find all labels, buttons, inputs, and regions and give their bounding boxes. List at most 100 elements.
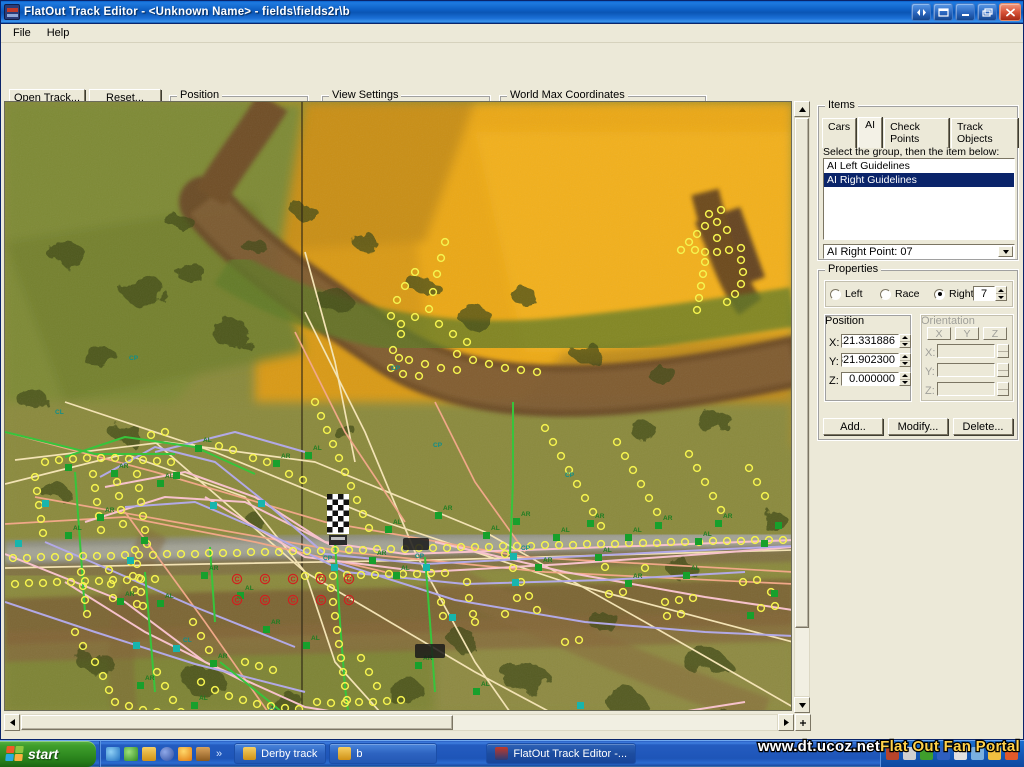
toolbar: Open Track... Reset... Save Make Track P… xyxy=(1,43,1023,140)
modify-button[interactable]: Modify... xyxy=(888,418,948,435)
point-index-spinner[interactable] xyxy=(995,286,1007,301)
svg-text:AR: AR xyxy=(543,557,553,564)
delete-button[interactable]: Delete... xyxy=(953,418,1013,435)
properties-group: Properties Left Race Right 7 Position X:… xyxy=(817,263,1019,441)
map-vertical-scrollbar[interactable] xyxy=(794,101,810,713)
items-helper-text: Select the group, then the item below: xyxy=(823,146,1000,158)
internet-explorer-icon[interactable] xyxy=(106,746,120,761)
close-button[interactable] xyxy=(999,3,1021,21)
orient-y-label: Y: xyxy=(925,366,935,378)
radio-race[interactable]: Race xyxy=(880,288,920,300)
prop-y-spinner[interactable] xyxy=(899,353,911,367)
point-index-field[interactable]: 7 xyxy=(973,286,995,301)
svg-text:C: C xyxy=(263,598,268,605)
task-label: FlatOut Track Editor -... xyxy=(513,747,628,760)
svg-text:AL: AL xyxy=(703,531,712,538)
items-group: Items Cars AI Check Points Track Objects… xyxy=(817,99,1019,261)
quick-launch-bar: » xyxy=(99,740,228,767)
map-horizontal-scrollbar[interactable] xyxy=(4,714,794,731)
window-title: FlatOut Track Editor - <Unknown Name> - … xyxy=(24,6,350,18)
svg-text:AR: AR xyxy=(723,513,733,520)
start-button[interactable]: start xyxy=(0,740,96,767)
prop-x-field[interactable]: -121.331886 xyxy=(841,334,899,348)
scroll-up-button[interactable] xyxy=(794,101,810,117)
menu-bar: File Help xyxy=(1,24,1023,43)
tab-cars[interactable]: Cars xyxy=(822,118,857,148)
list-item[interactable]: AI Right Guidelines xyxy=(824,173,1014,187)
svg-text:CL: CL xyxy=(183,637,192,644)
menu-item-help[interactable]: Help xyxy=(39,25,78,41)
svg-text:CP: CP xyxy=(565,472,575,479)
prop-z-field[interactable]: 0.000000 xyxy=(841,372,899,386)
list-item[interactable]: AI Left Guidelines xyxy=(824,159,1014,173)
item-point-dropdown-arrow[interactable] xyxy=(998,246,1013,257)
svg-text:C: C xyxy=(319,577,324,584)
task-button-derby-track[interactable]: Derby track xyxy=(234,743,327,764)
size-grip[interactable] xyxy=(795,714,811,731)
tab-track-objects[interactable]: Track Objects xyxy=(950,118,1018,148)
mdi-restore-left-right-button[interactable] xyxy=(911,3,931,21)
title-bar[interactable]: FlatOut Track Editor - <Unknown Name> - … xyxy=(1,1,1023,24)
svg-text:C: C xyxy=(291,598,296,605)
radio-left-indicator[interactable] xyxy=(830,288,841,300)
horizontal-scroll-track[interactable] xyxy=(20,714,778,731)
radio-race-label: Race xyxy=(895,288,920,300)
svg-text:AL: AL xyxy=(603,547,612,554)
scroll-right-button[interactable] xyxy=(778,714,794,731)
map-viewport[interactable]: AL AR AL AR AL AL AR AL AR AL AR AL AR AL AR AR AL A… xyxy=(4,101,792,711)
watermark-portal: Flat Out Fan Portal xyxy=(879,737,1021,757)
scroll-left-button[interactable] xyxy=(4,714,20,731)
tab-check-points[interactable]: Check Points xyxy=(884,118,949,148)
orient-z-spinner xyxy=(997,382,1009,396)
no-entry-icon[interactable] xyxy=(160,746,174,761)
properties-orientation-group: Orientation X Y Z X: Y: Z: xyxy=(920,314,1014,402)
radio-left-label: Left xyxy=(845,288,863,300)
horizontal-scroll-thumb[interactable] xyxy=(21,715,453,730)
radio-left[interactable]: Left xyxy=(830,288,863,300)
orient-z-field xyxy=(937,382,995,396)
shield-icon[interactable] xyxy=(196,746,210,761)
track-map[interactable]: AL AR AL AR AL AL AR AL AR AL AR AL AR AL AR AR AL A… xyxy=(5,102,792,711)
tab-ai[interactable]: AI xyxy=(858,117,883,148)
prop-x-spinner[interactable] xyxy=(899,334,911,348)
item-point-combobox[interactable]: AI Right Point: 07 xyxy=(823,244,1015,259)
maximize-restore-button[interactable] xyxy=(977,3,997,21)
view-settings-legend: View Settings xyxy=(329,89,402,101)
properties-group-legend: Properties xyxy=(825,263,882,275)
radio-right-indicator[interactable] xyxy=(934,288,945,300)
window-controls xyxy=(911,3,1021,21)
mdi-window-button[interactable] xyxy=(933,3,953,21)
svg-text:CP: CP xyxy=(323,555,333,562)
prop-y-label: Y: xyxy=(829,356,839,368)
svg-text:AR: AR xyxy=(119,463,129,470)
svg-text:AL: AL xyxy=(245,585,254,592)
prop-z-spinner[interactable] xyxy=(899,372,911,386)
add-button[interactable]: Add.. xyxy=(823,418,883,435)
svg-text:CP: CP xyxy=(391,365,401,372)
radio-race-indicator[interactable] xyxy=(880,288,891,300)
task-button-b[interactable]: b xyxy=(329,743,438,764)
svg-text:AL: AL xyxy=(313,445,322,452)
task-button-flatout-track-editor[interactable]: FlatOut Track Editor -... xyxy=(486,743,637,764)
orientation-col-z-button: Z xyxy=(983,327,1007,340)
folder-icon[interactable] xyxy=(142,746,156,761)
orient-z-label: Z: xyxy=(925,385,935,397)
quick-launch-overflow-chevron[interactable]: » xyxy=(216,748,222,760)
items-listbox[interactable]: AI Left Guidelines AI Right Guidelines xyxy=(823,158,1015,240)
menu-item-file[interactable]: File xyxy=(5,25,39,41)
orient-y-field xyxy=(937,363,995,377)
orange-star-icon[interactable] xyxy=(178,746,192,761)
svg-text:CP: CP xyxy=(415,553,425,560)
orient-y-spinner xyxy=(997,363,1009,377)
svg-text:C: C xyxy=(347,598,352,605)
svg-text:AL: AL xyxy=(633,527,642,534)
scroll-down-button[interactable] xyxy=(794,697,810,713)
vertical-scroll-thumb[interactable] xyxy=(795,118,809,628)
minimize-button[interactable] xyxy=(955,3,975,21)
radio-right[interactable]: Right xyxy=(934,288,974,300)
prop-x-label: X: xyxy=(829,337,840,349)
prop-y-field[interactable]: -321.902300 xyxy=(841,353,899,367)
orient-x-label: X: xyxy=(925,347,936,359)
vertical-scroll-track[interactable] xyxy=(794,117,810,697)
media-player-icon[interactable] xyxy=(124,746,138,761)
